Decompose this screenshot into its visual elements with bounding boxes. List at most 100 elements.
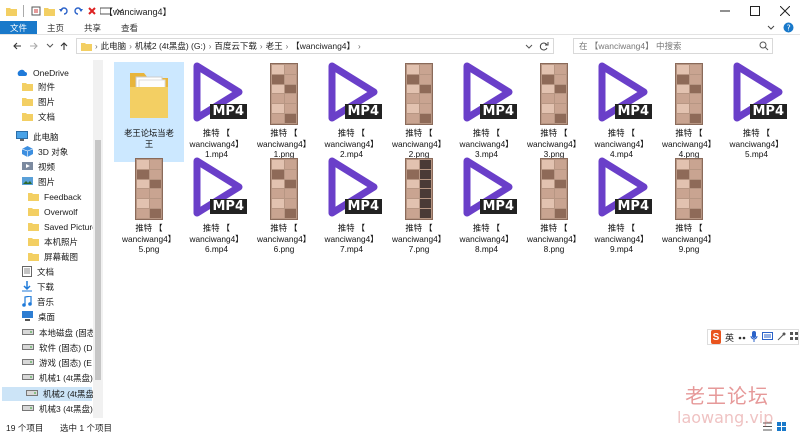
file-item[interactable]: MP4 推特 【wanciwang4】 4.mp4 xyxy=(587,62,657,162)
file-item[interactable]: 推特 【wanciwang4】 9.png xyxy=(654,157,724,257)
file-item[interactable]: 推特 【wanciwang4】 1.png xyxy=(249,62,319,162)
sidebar-item-label: 本机照片 xyxy=(44,237,79,247)
file-item[interactable]: MP4 推特 【wanciwang4】 9.mp4 xyxy=(587,157,657,257)
tab-file[interactable]: 文件 xyxy=(0,21,38,34)
sidebar-item[interactable]: Feedback xyxy=(28,190,81,204)
breadcrumb-separator: › xyxy=(208,41,212,51)
minimize-button[interactable] xyxy=(710,0,740,21)
file-item[interactable]: MP4 推特 【wanciwang4】 3.mp4 xyxy=(452,62,522,162)
sidebar-item[interactable]: 文档 xyxy=(22,265,54,279)
breadcrumb-current[interactable]: 【wanciwang4】 xyxy=(291,40,355,52)
sidebar-item[interactable]: 文档 xyxy=(22,110,55,124)
forward-button[interactable] xyxy=(27,39,41,53)
sidebar-item[interactable]: 机械1 (4t黑盘) xyxy=(22,371,93,385)
sidebar-item[interactable]: 下载 xyxy=(22,280,54,294)
png-preview xyxy=(540,63,568,125)
search-input[interactable]: 在 【wanciwang4】 中搜索 xyxy=(573,38,773,54)
up-button[interactable] xyxy=(57,39,71,53)
breadcrumb-baidu[interactable]: 百度云下载 xyxy=(214,40,257,52)
sidebar-item[interactable]: 机械3 (4t黑盘) xyxy=(22,402,93,416)
delete-icon[interactable] xyxy=(86,5,97,16)
large-icons-view-icon[interactable] xyxy=(777,422,786,433)
sidebar-item[interactable]: Overwolf xyxy=(28,205,78,219)
search-icon[interactable] xyxy=(759,41,769,53)
sidebar-item[interactable]: 图片 xyxy=(22,95,55,109)
breadcrumb-laowang[interactable]: 老王 xyxy=(266,40,283,52)
folder-icon xyxy=(28,191,39,203)
sidebar-item[interactable]: 本机照片 xyxy=(28,235,78,249)
recent-locations-button[interactable] xyxy=(43,39,57,53)
close-button[interactable] xyxy=(770,0,800,21)
file-item[interactable]: 推特 【wanciwang4】 6.png xyxy=(249,157,319,257)
sogou-logo-icon[interactable]: S xyxy=(711,330,721,344)
file-item[interactable]: 老王论坛当老王 xyxy=(114,62,184,162)
image-thumbnail xyxy=(386,157,452,221)
breadcrumb-drive[interactable]: 机械2 (4t黑盘) (G:) xyxy=(135,40,206,52)
arrow-right-icon xyxy=(30,42,38,50)
new-folder-icon[interactable] xyxy=(44,5,55,16)
tab-view[interactable]: 查看 xyxy=(111,21,148,34)
microphone-icon[interactable] xyxy=(750,330,758,344)
sidebar-item[interactable]: Saved Pictures xyxy=(28,220,101,234)
properties-icon[interactable] xyxy=(30,5,41,16)
file-item[interactable]: 推特 【wanciwang4】 8.png xyxy=(519,157,589,257)
chevron-down-icon[interactable] xyxy=(525,42,533,52)
back-button[interactable] xyxy=(10,39,24,53)
punctuation-icon[interactable] xyxy=(738,332,746,342)
sidebar-item[interactable]: 音乐 xyxy=(22,294,54,309)
drive-icon xyxy=(22,328,34,338)
tab-share[interactable]: 共享 xyxy=(74,21,111,34)
file-name-line: 推特 【 xyxy=(472,128,501,138)
file-name-line: wanciwang4】 xyxy=(324,233,379,244)
sidebar-item[interactable]: 3D 对象 xyxy=(21,145,68,159)
undo-icon[interactable] xyxy=(58,5,69,16)
redo-icon[interactable] xyxy=(72,5,83,16)
file-name-line: 王 xyxy=(144,138,154,149)
nav-scrollbar[interactable] xyxy=(93,60,103,418)
file-name-line: wanciwang4】 xyxy=(527,233,581,244)
nav-scrollbar-thumb[interactable] xyxy=(95,140,101,380)
file-item[interactable]: MP4 推特 【wanciwang4】 8.mp4 xyxy=(452,157,522,257)
sidebar-item[interactable]: 图片 xyxy=(22,175,55,189)
file-name-line: 9.png xyxy=(678,244,700,254)
sidebar-item-label: 游戏 (固态) (E xyxy=(39,358,92,368)
sidebar-item[interactable]: 此电脑 xyxy=(16,130,59,144)
chevron-down-icon[interactable] xyxy=(767,23,775,33)
maximize-button[interactable] xyxy=(740,0,770,21)
sidebar-item[interactable]: 软件 (固态) (D xyxy=(22,341,92,355)
sidebar-item[interactable]: 附件 xyxy=(22,80,55,94)
menu-grid-icon[interactable] xyxy=(790,332,798,342)
item-count: 19 个项目 xyxy=(6,423,44,433)
file-item[interactable]: 推特 【wanciwang4】 4.png xyxy=(654,62,724,162)
refresh-icon[interactable] xyxy=(539,41,549,53)
keyboard-icon[interactable] xyxy=(762,332,773,342)
ime-language[interactable]: 英 xyxy=(725,331,734,344)
breadcrumb-this-pc[interactable]: 此电脑 xyxy=(101,40,127,52)
sidebar-item[interactable]: 游戏 (固态) (E xyxy=(22,356,92,370)
sidebar-item[interactable]: 桌面 xyxy=(22,310,55,324)
sidebar-item[interactable]: 视频 xyxy=(22,160,55,174)
arrow-left-icon xyxy=(13,42,21,50)
file-name-line: 推特 【 xyxy=(472,223,501,233)
file-item[interactable]: MP4 推特 【wanciwang4】 6.mp4 xyxy=(182,157,252,257)
file-item[interactable]: MP4 推特 【wanciwang4】 1.mp4 xyxy=(182,62,252,162)
breadcrumb-separator: › xyxy=(358,41,361,51)
file-item[interactable]: MP4 推特 【wanciwang4】 5.mp4 xyxy=(722,62,792,162)
file-item[interactable]: 推特 【wanciwang4】 7.png xyxy=(384,157,454,257)
mp4-play-icon: MP4 xyxy=(454,157,520,221)
file-list: 老王论坛当老王 MP4 推特 【wanciwang4】 1.mp4 推特 【wanciw… xyxy=(106,60,792,418)
file-item[interactable]: MP4 推特 【wanciwang4】 7.mp4 xyxy=(317,157,387,257)
help-icon[interactable]: ? xyxy=(783,22,794,35)
address-bar[interactable]: › 此电脑 › 机械2 (4t黑盘) (G:) › 百度云下载 › 老王 › 【… xyxy=(76,38,554,54)
skin-icon[interactable] xyxy=(777,332,786,343)
file-item[interactable]: 推特 【wanciwang4】 2.png xyxy=(384,62,454,162)
file-item[interactable]: 推特 【wanciwang4】 3.png xyxy=(519,62,589,162)
sidebar-item-label: 图片 xyxy=(38,97,56,107)
sidebar-item[interactable]: 本地磁盘 (固态 xyxy=(22,326,95,340)
sidebar-item[interactable]: OneDrive xyxy=(16,66,69,80)
tab-home[interactable]: 主页 xyxy=(37,21,74,34)
file-item[interactable]: 推特 【wanciwang4】 5.png xyxy=(114,157,184,257)
file-item[interactable]: MP4 推特 【wanciwang4】 2.mp4 xyxy=(317,62,387,162)
sidebar-item[interactable]: 屏幕截图 xyxy=(28,250,78,264)
sidebar-item[interactable]: 机械2 (4t黑盘) xyxy=(2,387,97,401)
